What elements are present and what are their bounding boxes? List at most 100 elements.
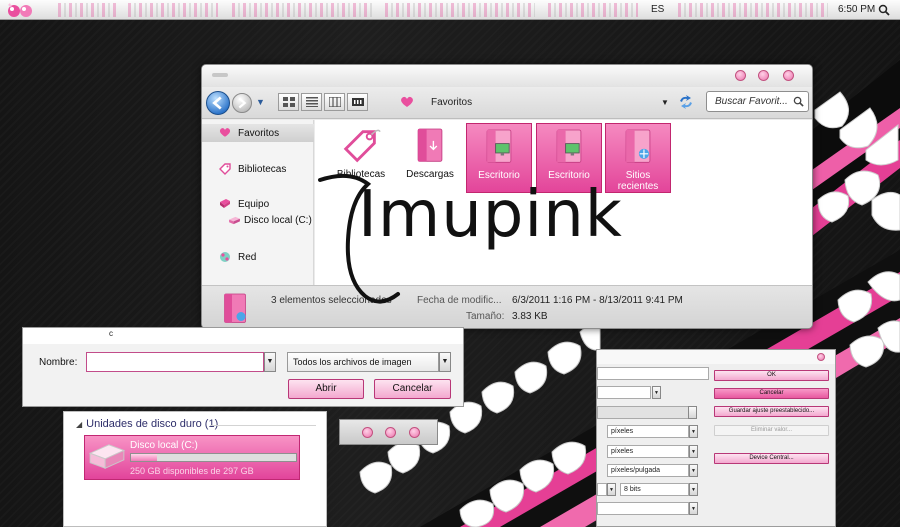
view-large-icons-button[interactable] [278,93,299,111]
recent-folder-icon [625,129,651,163]
bit-depth-dropdown[interactable]: ▼ [689,483,698,496]
cancel-button[interactable]: Cancelar [714,388,829,399]
mode-field[interactable] [597,483,607,496]
refresh-icon[interactable] [678,95,694,109]
tray-icons-strip[interactable] [678,3,828,17]
close-button[interactable] [817,353,825,361]
collapse-triangle-icon[interactable]: ◢ [76,420,82,429]
file-type-dropdown-button[interactable]: ▼ [439,352,451,372]
delete-value-button[interactable]: Eliminar valor... [714,425,829,436]
maximize-button[interactable] [385,427,396,438]
save-preset-button[interactable]: Guardar ajuste preestablecido... [714,406,829,417]
unit-dropdown-1[interactable]: ▼ [689,425,698,438]
height-field[interactable] [597,406,697,419]
drives-group-header[interactable]: ◢ Unidades de disco duro (1) [76,418,218,430]
breadcrumb-dropdown-icon[interactable]: ▼ [661,98,669,107]
device-central-button[interactable]: Device Central... [714,453,829,464]
bit-depth-field[interactable]: 8 bits [620,483,689,496]
desktop-folder-icon [556,129,582,163]
unit-label: píxeles/pulgada [611,467,661,474]
unit-label: píxeles [611,428,634,435]
breadcrumb[interactable]: Favoritos [431,97,472,108]
heart-icon [401,96,413,107]
folder-tile-sitios-recientes[interactable]: Sitios recientes [605,123,671,193]
dock-icons-strip[interactable] [232,3,372,17]
unit-field-1[interactable]: píxeles [607,425,689,438]
dialog-header: c [23,328,463,344]
minimize-button[interactable] [362,427,373,438]
search-input[interactable]: Buscar Favorit... [706,91,809,112]
view-filmstrip-button[interactable] [347,93,368,111]
file-dialog: c Nombre: ▼ Todos los archivos de imagen… [22,327,464,407]
close-button[interactable] [783,70,794,81]
window-controls-preview [339,419,438,445]
unit-field-3[interactable]: píxeles/pulgada [607,464,689,477]
dock-icons-strip[interactable] [385,3,535,17]
sidebar-item-favoritos[interactable]: Favoritos [202,124,314,142]
unit-dropdown-3[interactable]: ▼ [689,464,698,477]
drive-item-c[interactable]: Disco local (C:) 250 GB disponibles de 2… [84,435,300,480]
drives-group-label: Unidades de disco duro (1) [86,418,219,430]
sidebar-item-label: Favoritos [238,128,280,139]
image-size-dialog: ▼ píxeles ▼ píxeles ▼ píxeles/pulgada ▼ … [596,349,836,527]
cancel-button[interactable]: Cancelar [374,379,451,399]
dock-icons-strip[interactable] [58,3,118,17]
pink-folder-icon [224,293,246,323]
tag-icon [219,163,231,175]
maximize-button[interactable] [758,70,769,81]
search-icon[interactable] [878,4,890,16]
clock[interactable]: 6:50 PM [838,4,875,15]
back-button[interactable] [206,91,230,115]
view-columns-button[interactable] [324,93,345,111]
sidebar-item-equipo[interactable]: Equipo [202,195,314,213]
dock-icons-strip[interactable] [128,3,218,17]
modified-label: Fecha de modific... [417,295,502,306]
unit-label: píxeles [611,448,634,455]
sidebar-item-bibliotecas[interactable]: Bibliotecas [202,160,314,178]
profile-field[interactable] [597,502,689,515]
top-menu-bar: ES 6:50 PM [0,0,900,20]
tag-icon [343,129,381,163]
width-field[interactable] [597,367,709,380]
resample-dropdown-button[interactable]: ▼ [652,386,661,399]
search-placeholder: Buscar Favorit... [715,96,788,107]
folder-tile-escritorio[interactable]: Escritorio [466,123,532,193]
language-indicator[interactable]: ES [651,4,664,15]
drive-name: Disco local (C:) [130,440,198,451]
ok-button[interactable]: OK [714,370,829,381]
close-button[interactable] [409,427,420,438]
file-type-select[interactable]: Todos los archivos de imagen [287,352,439,372]
window-titlebar[interactable] [202,65,812,87]
profile-dropdown[interactable]: ▼ [689,502,698,515]
bit-depth-label: 8 bits [624,486,641,493]
folder-tile-bibliotecas[interactable]: Bibliotecas [327,123,395,193]
unit-dropdown-2[interactable]: ▼ [689,445,698,458]
folder-tile-escritorio-2[interactable]: Escritorio [536,123,602,193]
address-toolbar: ▼ Favoritos ▼ Buscar Favorit... [202,87,812,119]
height-scroll-button[interactable] [688,406,697,419]
folder-label: Escritorio [478,170,520,181]
hard-drive-icon [229,216,240,224]
sidebar-item-disco-local[interactable]: Disco local (C:) [228,215,312,226]
open-button[interactable]: Abrir [288,379,364,399]
filename-input[interactable] [86,352,264,372]
resample-field[interactable] [597,386,651,399]
settings-header [597,350,835,364]
history-dropdown-icon[interactable]: ▼ [256,97,265,107]
search-icon[interactable] [793,96,804,107]
folder-label: Sitios recientes [617,170,659,192]
folder-label: Bibliotecas [336,169,386,180]
forward-button[interactable] [232,93,252,113]
folder-label: Descargas [406,169,454,180]
sidebar-item-red[interactable]: Red [202,248,314,266]
dock-icons-strip[interactable] [548,3,638,17]
view-list-button[interactable] [301,93,322,111]
mode-dropdown[interactable]: ▼ [607,483,616,496]
unit-field-2[interactable]: píxeles [607,445,689,458]
filename-dropdown-button[interactable]: ▼ [264,352,276,372]
skin-logo-icon[interactable] [6,2,38,18]
modified-value: 6/3/2011 1:16 PM - 8/13/2011 9:41 PM [512,295,683,306]
minimize-button[interactable] [735,70,746,81]
drives-panel: ◢ Unidades de disco duro (1) Disco local … [63,411,327,527]
folder-tile-descargas[interactable]: Descargas [397,123,463,193]
